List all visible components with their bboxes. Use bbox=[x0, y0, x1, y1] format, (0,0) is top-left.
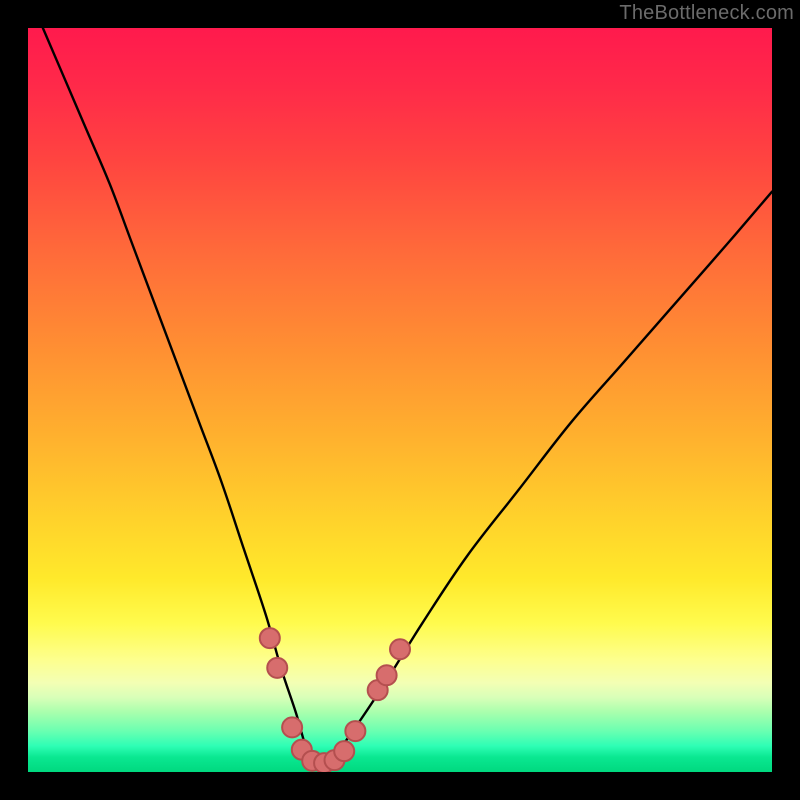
marker-point bbox=[334, 741, 354, 761]
marker-point bbox=[282, 717, 302, 737]
watermark-label: TheBottleneck.com bbox=[619, 2, 794, 25]
marker-group bbox=[260, 628, 410, 772]
plot-area bbox=[28, 28, 772, 772]
marker-point bbox=[390, 639, 410, 659]
bottleneck-chart bbox=[28, 28, 772, 772]
marker-point bbox=[260, 628, 280, 648]
marker-point bbox=[377, 665, 397, 685]
chart-frame: TheBottleneck.com bbox=[0, 0, 800, 800]
marker-point bbox=[267, 658, 287, 678]
marker-point bbox=[345, 721, 365, 741]
